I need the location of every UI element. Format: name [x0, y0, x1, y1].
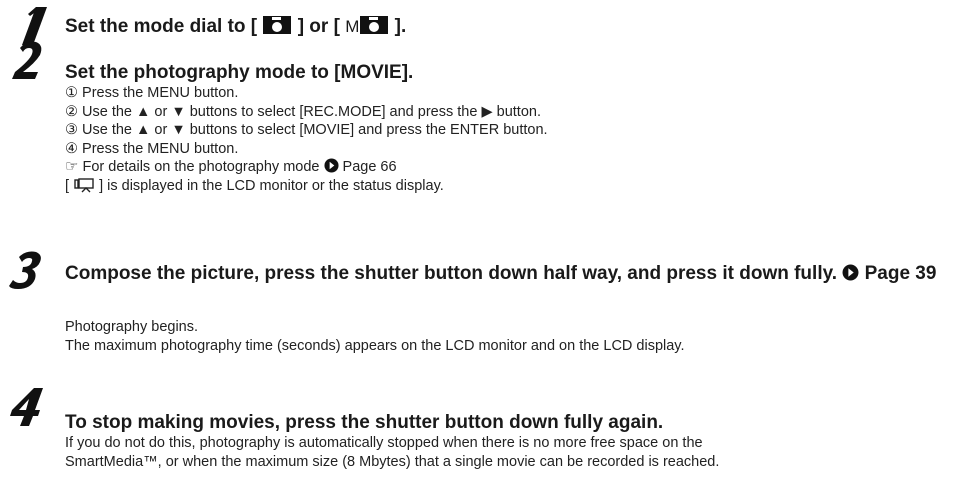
step-3-title-text: Compose the picture, press the shutter b… — [65, 263, 838, 284]
status-display-note: [ ] is displayed in the LCD monitor or t… — [65, 177, 548, 196]
step-4-title: To stop making movies, press the shutter… — [65, 412, 664, 433]
step-number-2 — [8, 38, 48, 82]
step-number-4 — [8, 385, 48, 429]
step-2-body: ① Press the MENU button. ② Use the ▲ or … — [65, 84, 548, 196]
step-number-3-glyph — [9, 251, 41, 289]
step-3-title: Compose the picture, press the shutter b… — [65, 262, 970, 286]
page-arrow-icon — [842, 264, 859, 281]
step-1-prefix: Set the mode dial to [ — [65, 16, 258, 37]
step-3-line: The maximum photography time (seconds) a… — [65, 337, 685, 354]
step-2-title: Set the photography mode to [MOVIE]. — [65, 62, 414, 83]
step-3-body: Photography begins. The maximum photogra… — [65, 318, 685, 355]
bracket-open: [ — [65, 177, 70, 194]
step-3-line: Photography begins. — [65, 319, 199, 335]
step-4-line: SmartMedia™, or when the maximum size (8… — [65, 453, 720, 470]
page-arrow-icon — [323, 158, 339, 173]
reference-page: Page 66 — [342, 159, 397, 176]
camera-mode-icon — [263, 16, 292, 34]
step-4-line: If you do not do this, photography is au… — [65, 435, 703, 451]
manual-camera-mode-icon — [360, 16, 389, 34]
reference-text: For details on the photography mode — [82, 159, 320, 176]
step-number-4-glyph — [10, 388, 43, 426]
step-2-line: ④ Press the MENU button. — [65, 140, 239, 157]
step-number-2-glyph — [12, 41, 42, 79]
manual-m-label: M — [345, 17, 360, 36]
step-1-title: Set the mode dial to [ ] or [ M ]. — [65, 15, 406, 39]
step-number-3 — [6, 248, 46, 292]
status-display-text: ] is displayed in the LCD monitor or the… — [99, 177, 444, 194]
page-reference: ☞ For details on the photography mode Pa… — [65, 158, 548, 177]
step-2-line: ① Press the MENU button. — [65, 85, 239, 101]
step-2-line: ③ Use the ▲ or ▼ buttons to select [MOVI… — [65, 122, 548, 139]
step-4-body: If you do not do this, photography is au… — [65, 434, 719, 471]
step-1-mid: ] or [ — [297, 16, 340, 37]
pointing-hand-icon: ☞ — [65, 158, 79, 176]
step-2-line: ② Use the ▲ or ▼ buttons to select [REC.… — [65, 103, 541, 120]
step-3-page: Page 39 — [864, 263, 937, 284]
step-1-suffix: ]. — [394, 16, 407, 37]
movie-mode-icon — [74, 178, 94, 193]
